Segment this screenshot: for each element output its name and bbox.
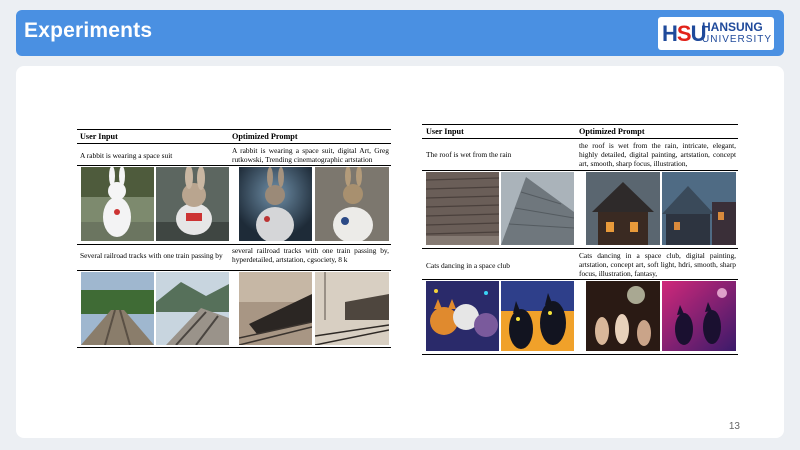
left-header-user-input: User Input [80, 132, 118, 141]
right-row2-prompt: Cats dancing in a space club, digital pa… [579, 251, 736, 278]
image-train-dark [239, 272, 312, 345]
image-roof-slate [501, 172, 574, 245]
image-roof-rain-town [662, 172, 736, 245]
university-logo: HSU HANSUNG UNIVERSITY [658, 17, 774, 50]
slide-header: Experiments HSU HANSUNG UNIVERSITY [16, 10, 784, 56]
logo-mark: HSU [662, 21, 706, 46]
left-row1-prompt: A rabbit is wearing a space suit, digita… [232, 146, 389, 164]
image-roof-house-night [586, 172, 660, 245]
slide-title: Experiments [24, 19, 153, 42]
image-rabbit-astronaut-dark [239, 167, 312, 241]
image-rabbit-astronaut-toy [156, 167, 229, 241]
logo-subtitle: UNIVERSITY [702, 34, 773, 45]
image-tracks-mountain [156, 272, 229, 345]
image-rabbit-astronaut-white [315, 167, 389, 241]
left-header-optimized-prompt: Optimized Prompt [232, 132, 298, 141]
page-number: 13 [728, 421, 740, 432]
right-row2-input: Cats dancing in a space club [426, 261, 510, 270]
right-results-table: User Input Optimized Prompt The roof is … [422, 124, 738, 355]
left-results-table: User Input Optimized Prompt A rabbit is … [77, 129, 391, 419]
right-row1-input: The roof is wet from the rain [426, 150, 512, 159]
left-row2-input: Several railroad tracks with one train p… [80, 251, 223, 260]
logo-name: HANSUNG [702, 20, 763, 34]
image-train-station [315, 272, 389, 345]
right-row1-prompt: the roof is wet from the rain, intricate… [579, 141, 736, 168]
right-header-optimized-prompt: Optimized Prompt [579, 127, 645, 136]
left-row1-input: A rabbit is wearing a space suit [80, 151, 173, 160]
slide-body: User Input Optimized Prompt A rabbit is … [16, 66, 784, 438]
right-header-user-input: User Input [426, 127, 464, 136]
image-roof-shingles [426, 172, 499, 245]
left-row2-prompt: several railroad tracks with one train p… [232, 246, 389, 264]
image-cats-colorful [426, 281, 499, 351]
image-tracks-forest [81, 272, 154, 345]
image-cats-silhouette [501, 281, 574, 351]
image-rabbit-snow [81, 167, 154, 241]
image-cats-club-dark [586, 281, 660, 351]
image-cats-space-purple [662, 281, 736, 351]
